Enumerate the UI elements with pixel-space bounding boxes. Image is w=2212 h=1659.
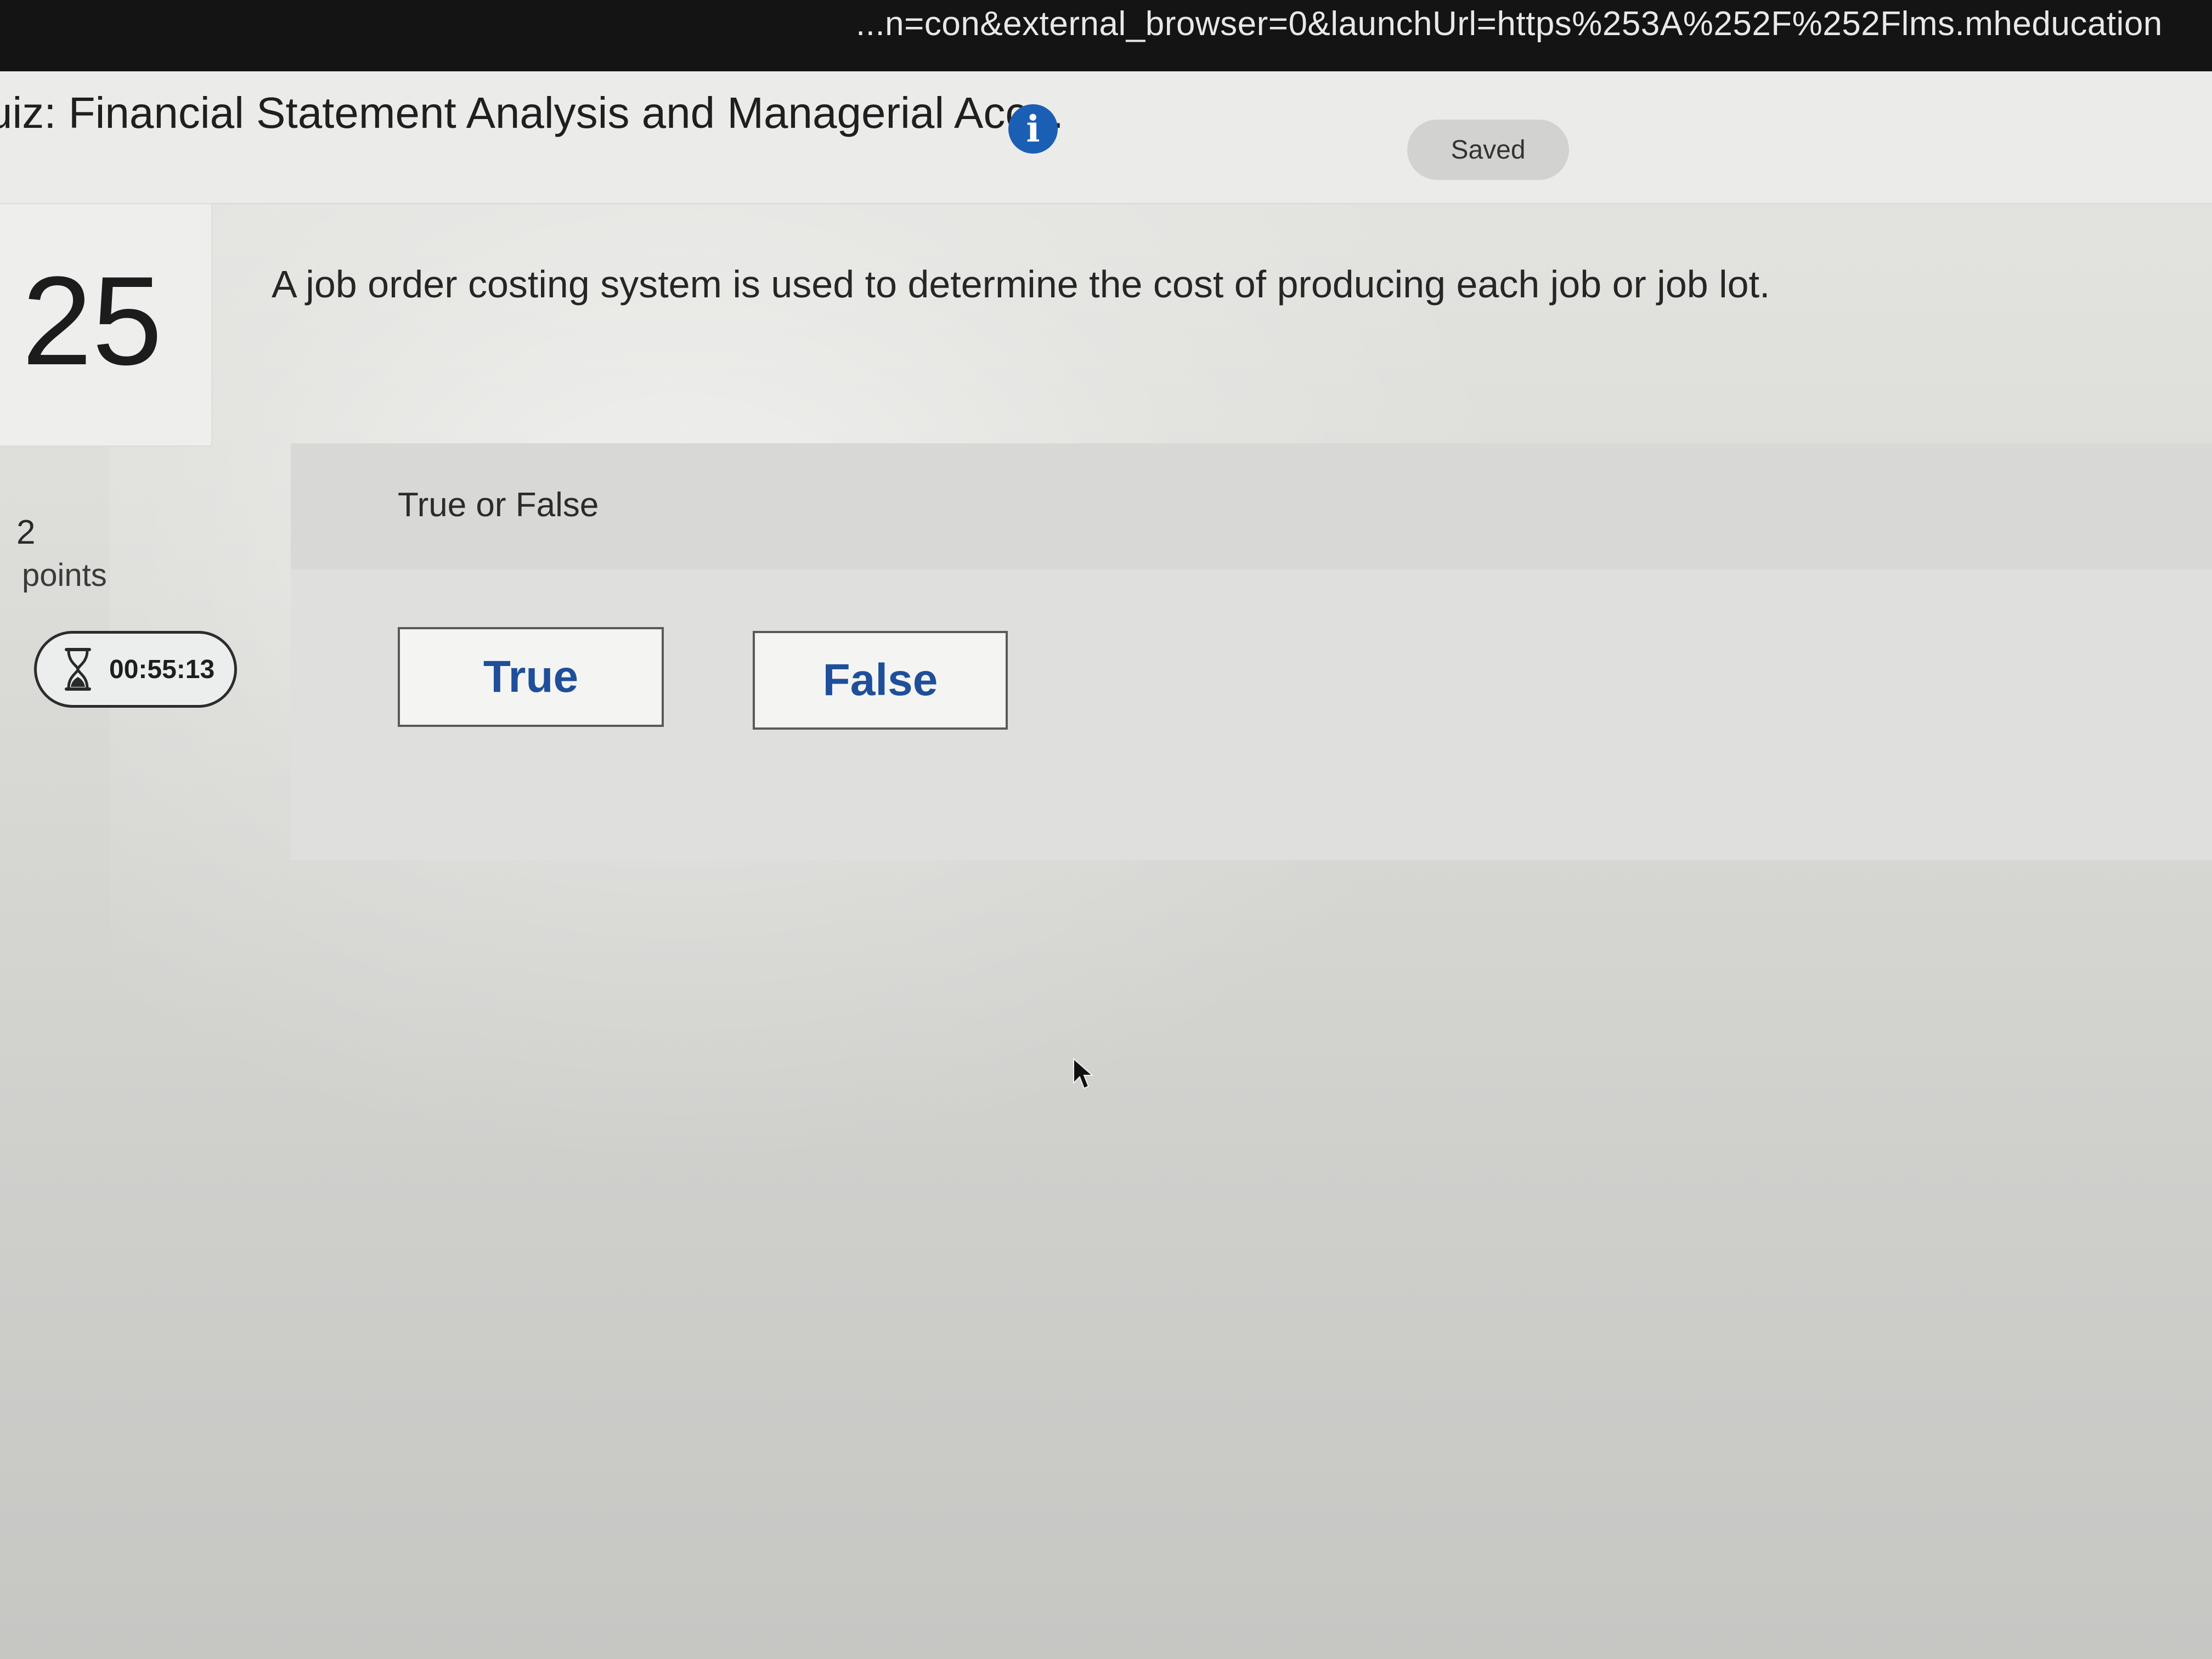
question-prompt: A job order costing system is used to de… (272, 263, 1770, 306)
mouse-pointer-icon (1073, 1058, 1094, 1090)
true-button[interactable]: True (398, 627, 664, 727)
hourglass-icon (65, 648, 91, 691)
url-text: ...n=con&external_browser=0&launchUrl=ht… (856, 5, 2163, 43)
points-label: points (22, 557, 107, 593)
browser-url-bar[interactable]: ...n=con&external_browser=0&launchUrl=ht… (0, 0, 2212, 71)
false-button[interactable]: False (753, 631, 1008, 730)
saved-status-badge: Saved (1407, 120, 1569, 180)
timer: 00:55:13 (34, 631, 237, 708)
timer-remaining: 00:55:13 (109, 654, 215, 684)
question-number: 25 (22, 250, 162, 391)
points-value: 2 (16, 514, 36, 551)
question-type-label: True or False (398, 486, 599, 524)
info-icon[interactable]: i (1008, 104, 1058, 154)
quiz-title: uiz: Financial Statement Analysis and Ma… (0, 88, 1064, 137)
